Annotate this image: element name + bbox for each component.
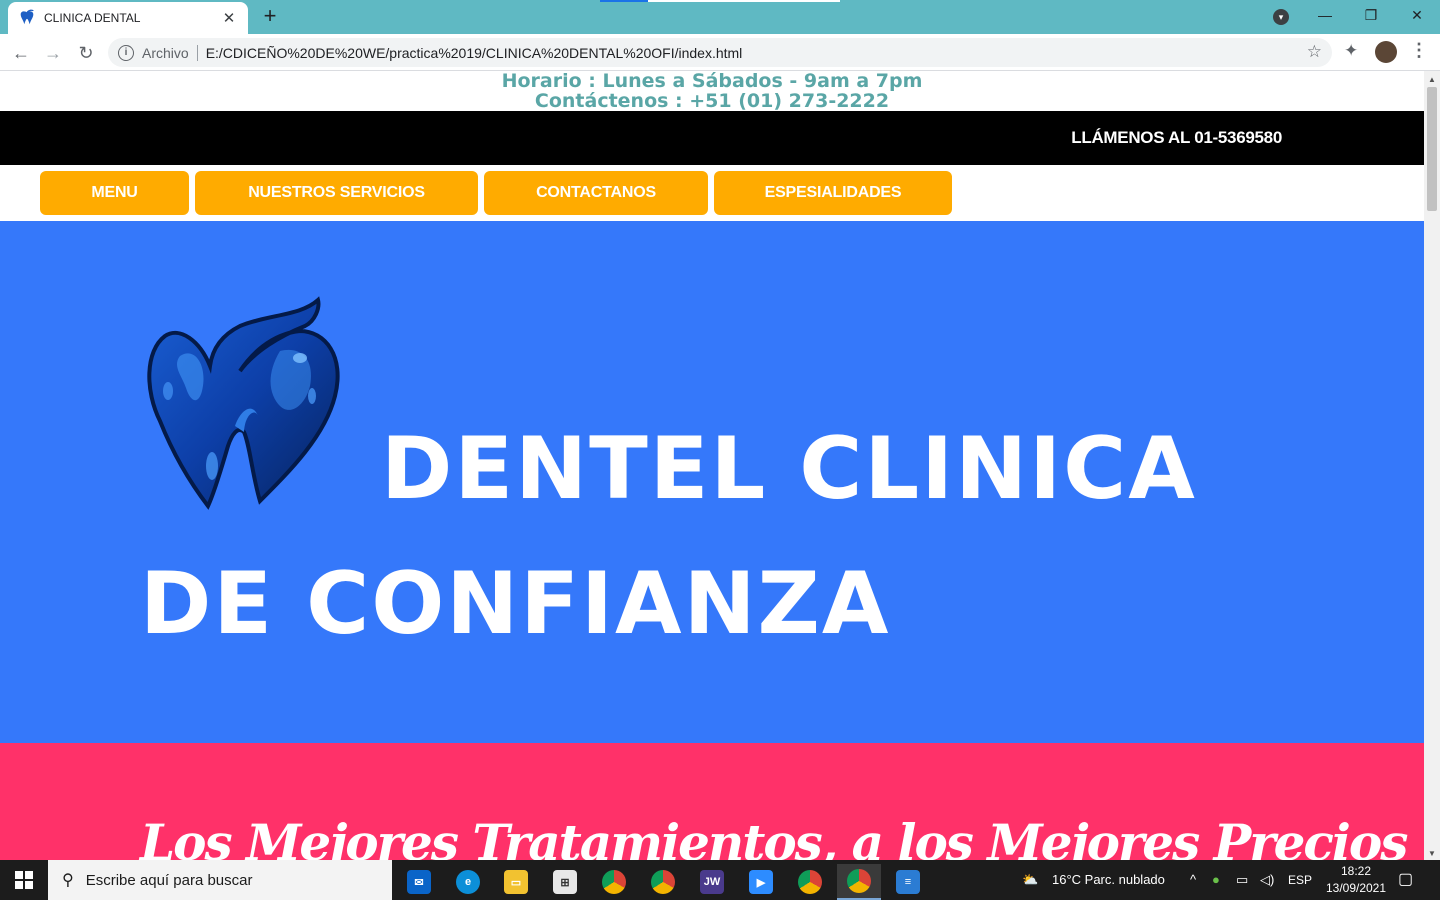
tab-search-icon[interactable]: ▾ xyxy=(1273,9,1289,25)
windows-start-button[interactable] xyxy=(0,860,48,900)
hero-title-line-1: DENTEL CLINICA xyxy=(381,419,1197,519)
tabstrip-accent-2 xyxy=(648,0,840,2)
weather-icon[interactable]: ⛅ xyxy=(1022,860,1038,900)
mail-icon[interactable]: ✉ xyxy=(397,864,441,900)
close-window-button[interactable]: ✕ xyxy=(1394,0,1440,32)
contact-button[interactable]: CONTACTANOS xyxy=(484,171,708,215)
network-icon[interactable]: ▭ xyxy=(1236,860,1248,900)
promo-banner: Los Mejores Tratamientos, a los Mejores … xyxy=(0,743,1424,860)
volume-icon[interactable]: ◁) xyxy=(1260,860,1274,900)
call-number: LLÁMENOS AL 01-5369580 xyxy=(1071,128,1282,147)
search-placeholder: Escribe aquí para buscar xyxy=(85,871,253,889)
windows-taskbar: ⚲ Escribe aquí para buscar ✉ e ▭ ⊞ JW ▶ … xyxy=(0,860,1440,900)
scroll-up-arrow-icon[interactable]: ▲ xyxy=(1424,75,1440,84)
tray-app-icon[interactable]: ● xyxy=(1212,860,1220,900)
jw-icon[interactable]: JW xyxy=(690,864,734,900)
language-indicator[interactable]: ESP xyxy=(1288,860,1312,900)
scheme-label: Archivo xyxy=(142,44,189,61)
url-text[interactable]: E:/CDICEÑO%20DE%20WE/practica%2019/CLINI… xyxy=(206,45,743,61)
clock-time: 18:22 xyxy=(1340,864,1372,878)
restore-button[interactable]: ❐ xyxy=(1348,0,1394,32)
contact-line: Contáctenos : +51 (01) 273-2222 xyxy=(534,90,890,112)
promo-headline: Los Mejores Tratamientos, a los Mejores … xyxy=(140,813,1408,860)
tab-strip: CLINICA DENTAL ✕ + ▾ — ❐ ✕ xyxy=(0,0,1440,34)
tab-close-icon[interactable]: ✕ xyxy=(220,9,238,27)
chrome-icon-2[interactable] xyxy=(788,864,832,900)
back-arrow-icon[interactable]: ← xyxy=(8,40,34,66)
weather-text[interactable]: 16°C Parc. nublado xyxy=(1052,860,1165,900)
info-icon[interactable]: i xyxy=(118,44,134,61)
specialties-button[interactable]: ESPESIALIDADES xyxy=(714,171,952,215)
chrome-icon[interactable] xyxy=(592,864,636,900)
document-icon[interactable]: ≡ xyxy=(886,864,930,900)
taskbar-clock[interactable]: 18:22 13/09/2021 xyxy=(1316,863,1396,897)
search-icon: ⚲ xyxy=(62,872,74,889)
browser-toolbar: ← → ↻ i Archivo E:/CDICEÑO%20DE%20WE/pra… xyxy=(0,34,1440,71)
taskbar-search-box[interactable]: ⚲ Escribe aquí para buscar xyxy=(48,860,392,900)
browser-tab[interactable]: CLINICA DENTAL ✕ xyxy=(8,2,248,34)
file-explorer-icon[interactable]: ▭ xyxy=(494,864,538,900)
scroll-down-arrow-icon[interactable]: ▼ xyxy=(1424,849,1440,858)
windows-logo-icon xyxy=(15,871,33,889)
edge-icon[interactable]: e xyxy=(446,864,490,900)
zoom-icon[interactable]: ▶ xyxy=(739,864,783,900)
forward-arrow-icon[interactable]: → xyxy=(40,40,66,66)
tooth-favicon-icon xyxy=(20,9,34,25)
menu-button[interactable]: MENU xyxy=(40,171,189,215)
tabstrip-accent xyxy=(600,0,648,2)
store-icon[interactable]: ⊞ xyxy=(543,864,587,900)
minimize-button[interactable]: — xyxy=(1302,0,1348,32)
hero-title-line-2: DE CONFIANZA xyxy=(140,554,891,654)
page-viewport: Horario : Lunes a Sábados - 9am a 7pm Co… xyxy=(0,71,1424,860)
scroll-thumb[interactable] xyxy=(1427,87,1437,211)
hero-banner: DENTEL CLINICA DE CONFIANZA xyxy=(0,221,1424,743)
tray-chevron-icon[interactable]: ^ xyxy=(1190,860,1196,900)
chrome-profile-icon[interactable] xyxy=(641,864,685,900)
clock-date: 13/09/2021 xyxy=(1325,881,1387,895)
hours-line: Horario : Lunes a Sábados - 9am a 7pm xyxy=(501,71,923,92)
address-bar[interactable]: i Archivo E:/CDICEÑO%20DE%20WE/practica%… xyxy=(108,38,1332,67)
call-bar: LLÁMENOS AL 01-5369580 xyxy=(0,111,1424,165)
page-scrollbar[interactable]: ▲ ▼ xyxy=(1424,71,1440,860)
services-button[interactable]: NUESTROS SERVICIOS xyxy=(195,171,478,215)
jw-label: JW xyxy=(700,870,724,894)
profile-avatar[interactable] xyxy=(1375,41,1397,63)
schedule-header: Horario : Lunes a Sábados - 9am a 7pm Co… xyxy=(0,71,1424,111)
reload-icon[interactable]: ↻ xyxy=(73,40,99,66)
extensions-puzzle-icon[interactable]: ✦ xyxy=(1344,41,1358,61)
browser-menu-icon[interactable]: ⋮ xyxy=(1410,40,1428,61)
chrome-icon-3[interactable] xyxy=(837,864,881,900)
nav-menu: MENU NUESTROS SERVICIOS CONTACTANOS ESPE… xyxy=(0,165,1424,221)
new-tab-button[interactable]: + xyxy=(258,5,282,29)
bookmark-star-icon[interactable]: ☆ xyxy=(1307,42,1322,62)
tab-title: CLINICA DENTAL xyxy=(44,11,141,25)
notifications-icon[interactable]: ▢ xyxy=(1398,860,1413,900)
omnibox-divider xyxy=(196,44,198,61)
tooth-logo-icon xyxy=(147,296,340,510)
